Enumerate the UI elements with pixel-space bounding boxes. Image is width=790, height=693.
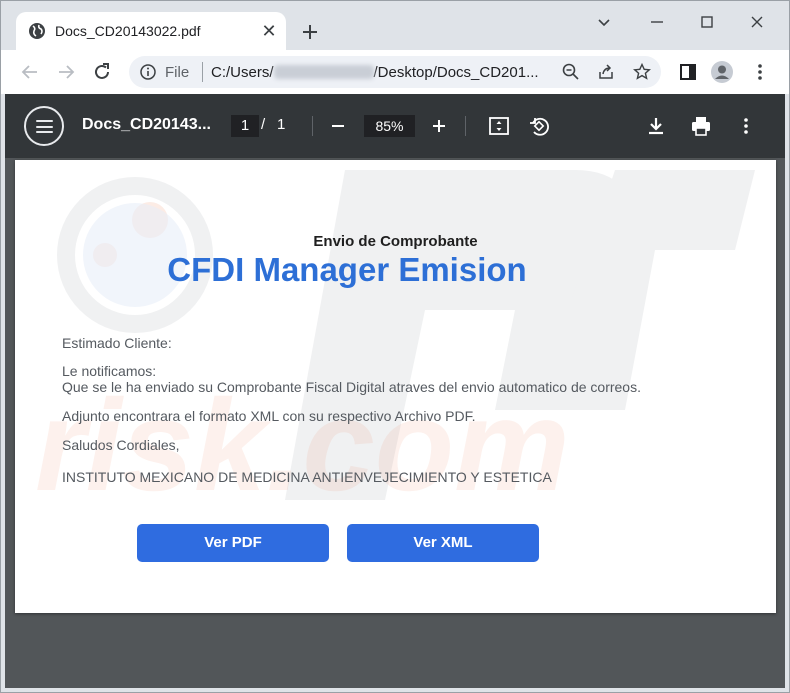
minimize-icon[interactable] (592, 10, 616, 34)
toolbar-divider (465, 116, 466, 136)
plus-icon[interactable] (298, 20, 322, 44)
zoom-in-icon[interactable] (427, 114, 451, 138)
browser-tab[interactable]: Docs_CD20143022.pdf ✕ (16, 12, 286, 50)
reload-icon[interactable] (90, 60, 114, 84)
globe-icon (29, 23, 45, 39)
zoom-out-icon[interactable] (326, 114, 350, 138)
tab-title: Docs_CD20143022.pdf (55, 23, 201, 39)
greeting-text: Estimado Cliente: (62, 335, 172, 351)
attachment-text: Adjunto encontrara el formato XML con su… (62, 408, 476, 424)
address-bar[interactable]: File C:/Users//Desktop/Docs_CD201... (129, 56, 661, 88)
url-text[interactable]: C:/Users//Desktop/Docs_CD201... (211, 64, 539, 81)
redacted-username (273, 65, 374, 79)
maximize-icon[interactable] (695, 10, 719, 34)
fit-page-icon[interactable] (487, 114, 511, 138)
profile-icon[interactable] (710, 60, 734, 84)
view-pdf-button[interactable]: Ver PDF (137, 524, 329, 562)
pdf-page: risk.com Envio de Comprobante CFDI Manag… (15, 160, 776, 613)
star-icon[interactable] (632, 62, 652, 82)
side-panel-icon[interactable] (676, 60, 700, 84)
hamburger-icon[interactable] (24, 106, 64, 146)
url-separator (202, 62, 203, 82)
notice-line-2: Que se le ha enviado su Comprobante Fisc… (62, 379, 641, 395)
close-icon[interactable]: ✕ (259, 21, 279, 41)
rotate-icon[interactable] (527, 114, 551, 138)
kebab-menu-icon[interactable] (748, 60, 772, 84)
more-icon[interactable] (734, 114, 758, 138)
forward-icon[interactable] (54, 60, 78, 84)
print-icon[interactable] (689, 114, 713, 138)
pdf-toolbar: Docs_CD20143... 1 / 1 85% (5, 94, 785, 158)
browser-toolbar: File C:/Users//Desktop/Docs_CD201... (0, 50, 790, 94)
info-icon[interactable] (139, 63, 157, 81)
minimize-icon[interactable] (645, 10, 669, 34)
download-icon[interactable] (644, 114, 668, 138)
toolbar-divider (312, 116, 313, 136)
page-separator: / (261, 116, 266, 133)
document-title: Docs_CD20143... (82, 116, 211, 133)
notice-line-1: Le notificamos: (62, 363, 157, 379)
share-icon[interactable] (596, 62, 616, 82)
email-subtitle: Envio de Comprobante (313, 233, 478, 250)
tab-strip: Docs_CD20143022.pdf ✕ (0, 0, 790, 50)
brand-title: CFDI Manager Emision (167, 251, 527, 288)
zoom-icon[interactable] (561, 62, 581, 82)
page-number-input[interactable]: 1 (231, 115, 259, 137)
page-total: 1 (277, 116, 286, 133)
window-close-icon[interactable] (745, 10, 769, 34)
zoom-level-input[interactable]: 85% (364, 115, 415, 137)
back-icon[interactable] (18, 60, 42, 84)
view-xml-button[interactable]: Ver XML (347, 524, 539, 562)
url-scheme-label: File (165, 64, 190, 81)
sender-name: INSTITUTO MEXICANO DE MEDICINA ANTIENVEJ… (62, 469, 552, 485)
closing-text: Saludos Cordiales, (62, 437, 180, 453)
